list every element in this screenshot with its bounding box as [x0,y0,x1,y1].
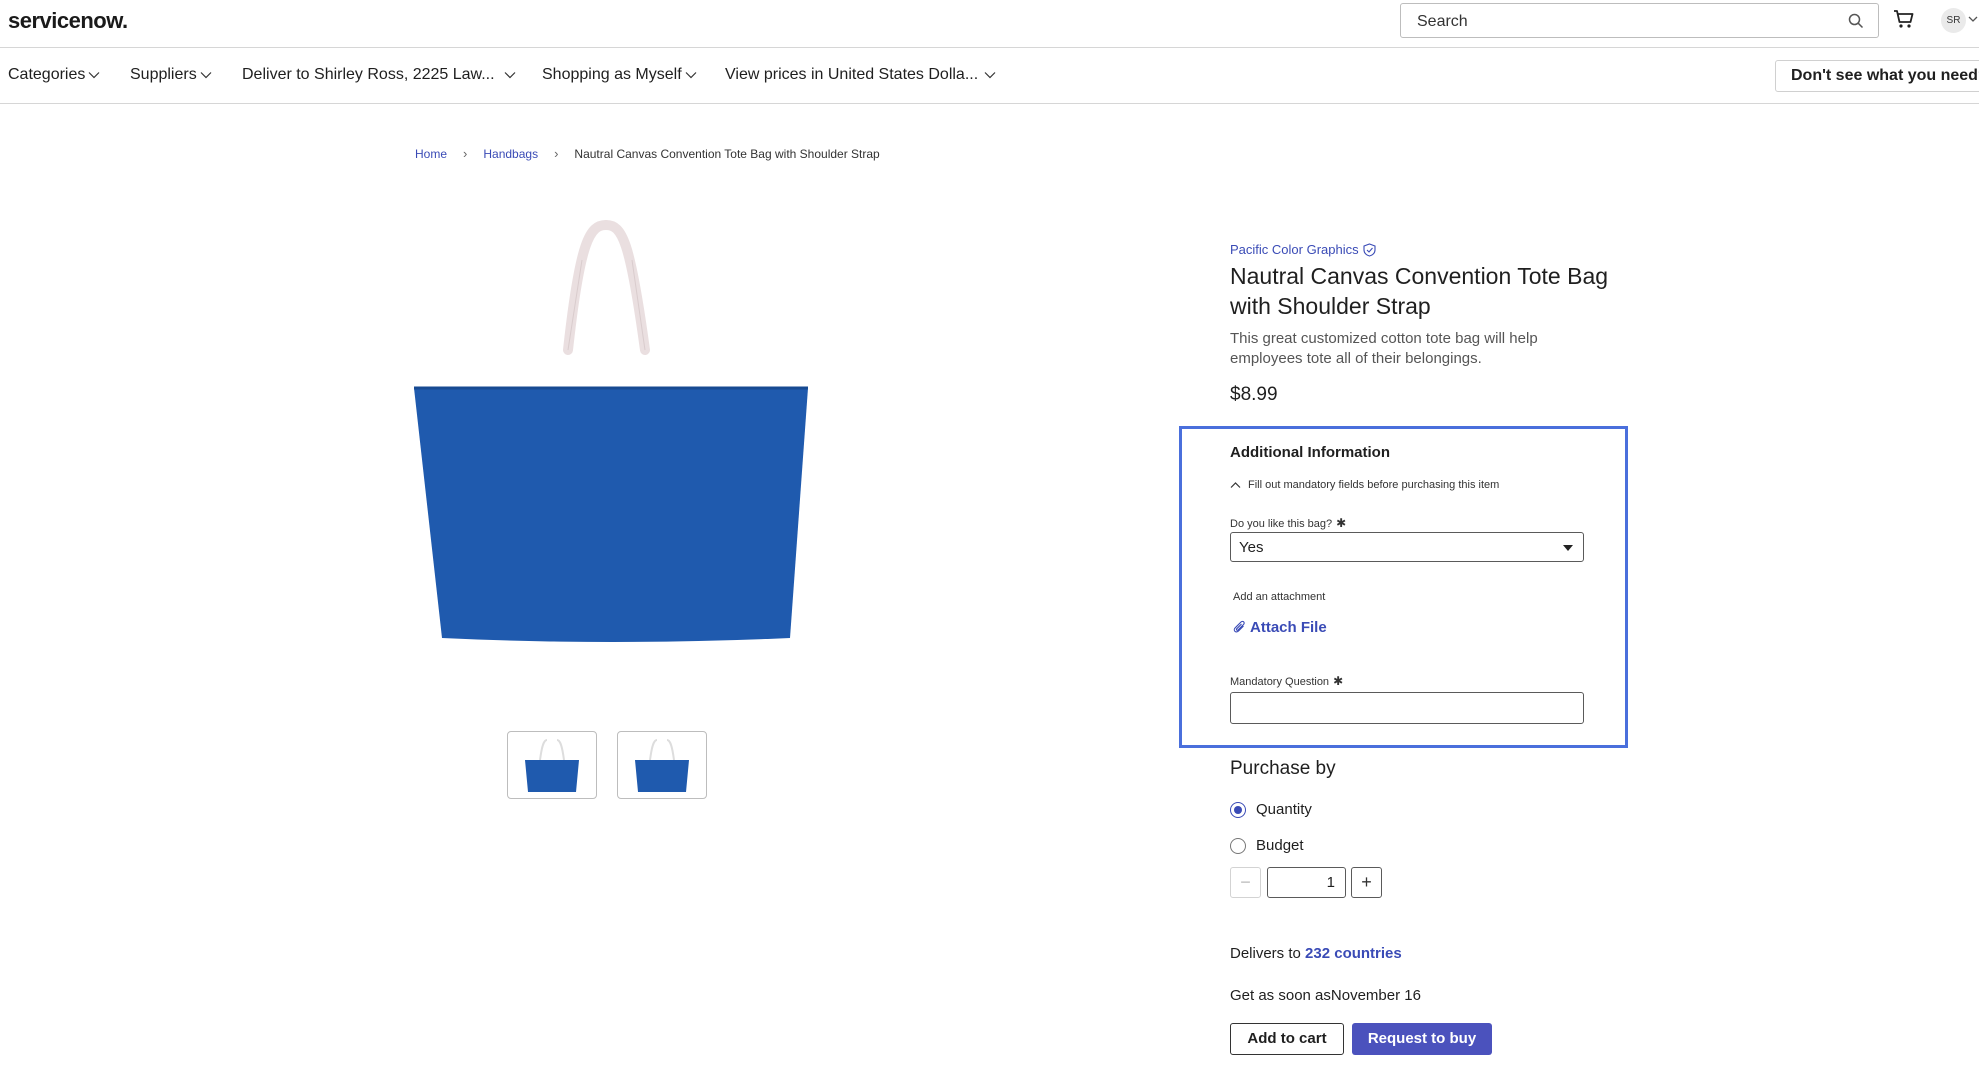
radio-quantity[interactable]: Quantity [1230,801,1312,818]
question-1-text: Do you like this bag? [1230,518,1333,530]
breadcrumb-handbags[interactable]: Handbags [483,147,538,161]
nav-deliver-to[interactable]: Deliver to Shirley Ross, 2225 Law... [242,66,517,84]
radio-budget-button[interactable] [1230,837,1246,854]
paperclip-icon [1233,620,1245,633]
nav-currency-label: View prices in United States Dolla... [725,66,979,83]
servicenow-logo[interactable]: servicenow. [8,8,128,34]
breadcrumb: Home › Handbags › Nautral Canvas Convent… [415,146,880,161]
chevron-down-icon [504,72,515,79]
breadcrumb-home[interactable]: Home [415,147,447,161]
nav-shopping-as[interactable]: Shopping as Myself [542,66,698,84]
dropdown-caret-icon [1563,545,1573,551]
additional-info-title: Additional Information [1230,444,1390,461]
vendor-name: Pacific Color Graphics [1230,242,1359,257]
quantity-increment-button[interactable]: + [1351,867,1382,898]
chevron-up-icon [1230,481,1241,488]
purchase-by-heading: Purchase by [1230,758,1336,779]
nav-shopping-as-label: Shopping as Myself [542,66,682,83]
delivery-estimate: Get as soon asNovember 16 [1230,987,1421,1004]
attach-file-button[interactable]: Attach File [1233,619,1327,636]
countries-link[interactable]: 232 countries [1305,945,1402,962]
radio-quantity-button[interactable] [1230,801,1246,818]
thumbnail-strip [507,731,707,799]
request-to-buy-button[interactable]: Request to buy [1352,1023,1492,1055]
quantity-input[interactable]: 1 [1267,867,1346,898]
question-2-label: Mandatory Question ✱ [1230,674,1343,688]
breadcrumb-separator-icon: › [554,146,559,161]
quantity-decrement-button[interactable]: − [1230,867,1261,898]
nav-suppliers-label: Suppliers [130,66,197,83]
like-bag-select[interactable]: Yes [1230,532,1584,562]
mandatory-hint[interactable]: Fill out mandatory fields before purchas… [1230,479,1499,491]
bag-thumbnail-icon [525,739,579,792]
search-input[interactable]: Search [1400,3,1879,38]
add-to-cart-button[interactable]: Add to cart [1230,1023,1344,1055]
delivers-prefix: Delivers to [1230,945,1306,962]
like-bag-select-value: Yes [1239,539,1264,556]
additional-info-panel: Additional Information Fill out mandator… [1179,426,1628,748]
required-asterisk-icon: ✱ [1336,516,1347,530]
radio-budget[interactable]: Budget [1230,837,1304,854]
cart-icon[interactable] [1893,8,1915,30]
product-title: Nautral Canvas Convention Tote Bag with … [1230,263,1609,319]
chevron-down-icon [685,72,697,79]
thumbnail-1[interactable] [507,731,597,799]
product-price: $8.99 [1230,384,1278,405]
thumbnail-2[interactable] [617,731,707,799]
chevron-down-icon [984,72,996,79]
attach-file-label: Attach File [1250,619,1327,636]
search-placeholder: Search [1417,13,1468,30]
mandatory-hint-text: Fill out mandatory fields before purchas… [1248,479,1500,491]
radio-quantity-label: Quantity [1256,801,1312,818]
dont-see-button[interactable]: Don't see what you need? [1775,60,1979,92]
product-image [414,220,808,642]
top-bar: servicenow. Search SR [0,0,1979,48]
bag-thumbnail-icon [635,739,689,792]
breadcrumb-current: Nautral Canvas Convention Tote Bag with … [574,146,880,161]
required-asterisk-icon: ✱ [1333,674,1344,688]
avatar[interactable]: SR [1941,8,1966,33]
breadcrumb-separator-icon: › [463,146,468,161]
verified-shield-icon [1363,242,1376,257]
logo-text: servicenow. [8,8,128,33]
nav-deliver-to-label: Deliver to Shirley Ross, 2225 Law... [242,66,495,83]
chevron-down-icon [200,72,212,79]
mandatory-question-input[interactable] [1230,692,1584,724]
nav-categories[interactable]: Categories [8,66,101,84]
chevron-down-icon[interactable] [1968,14,1978,24]
vendor-link[interactable]: Pacific Color Graphics [1230,242,1376,257]
delivers-info: Delivers to 232 countries [1230,945,1402,962]
chevron-down-icon [88,72,100,79]
radio-budget-label: Budget [1256,837,1304,854]
nav-categories-label: Categories [8,66,86,83]
search-icon[interactable] [1848,13,1864,29]
attachment-label: Add an attachment [1233,591,1326,603]
question-1-label: Do you like this bag? ✱ [1230,516,1346,530]
question-2-text: Mandatory Question [1230,676,1330,688]
nav-currency[interactable]: View prices in United States Dolla... [725,66,997,84]
nav-suppliers[interactable]: Suppliers [130,66,213,84]
nav-bar: Categories Suppliers Deliver to Shirley … [0,48,1979,104]
product-description: This great customized cotton tote bag wi… [1230,330,1538,367]
